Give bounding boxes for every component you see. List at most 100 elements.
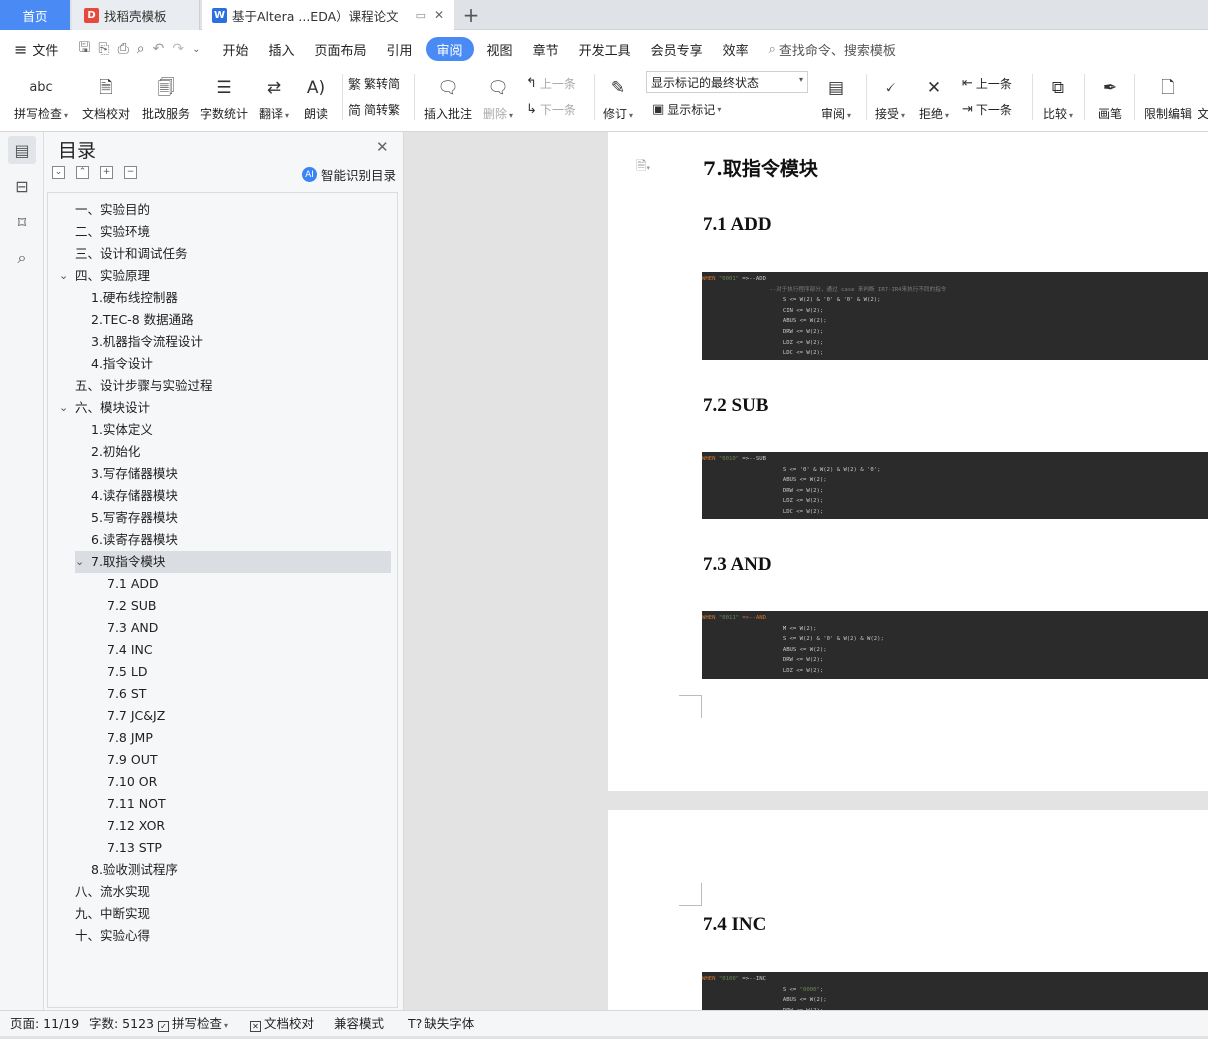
ai-detect-toc-button[interactable]: AI 智能识别目录: [302, 165, 396, 184]
revise-button[interactable]: ✎ 修订 ▾: [600, 68, 636, 128]
menu-item[interactable]: 开发工具: [569, 37, 641, 61]
toc-item[interactable]: 7.7 JC&JZ: [107, 705, 165, 727]
spell-check-button[interactable]: abc 拼写检查 ▾: [12, 68, 70, 128]
batch-service-button[interactable]: 🗐 批改服务: [140, 68, 192, 128]
screen-icon[interactable]: ▭: [416, 9, 426, 22]
menu-item[interactable]: 引用: [377, 37, 423, 61]
toc-item[interactable]: 4.读存储器模块: [91, 485, 178, 507]
doc-check-button[interactable]: 🗎 文档校对: [80, 68, 132, 128]
toc-item[interactable]: 7.2 SUB: [107, 595, 157, 617]
prev-change-button[interactable]: ⇤ 上一条: [962, 72, 1012, 94]
new-tab-button[interactable]: +: [458, 0, 484, 30]
translate-button[interactable]: ⇄ 翻译 ▾: [256, 68, 292, 128]
pen-button[interactable]: ✒ 画笔: [1094, 68, 1126, 128]
expand-all-icon[interactable]: ⌄: [52, 166, 65, 179]
file-menu[interactable]: ≡ 文件: [0, 37, 68, 61]
menu-item[interactable]: 章节: [523, 37, 569, 61]
toc-item[interactable]: 7.12 XOR: [107, 815, 165, 837]
toc-item[interactable]: 1.实体定义: [91, 419, 153, 441]
simp-to-trad-button[interactable]: 简 简转繁: [348, 98, 400, 120]
menu-item[interactable]: 插入: [258, 37, 304, 61]
toc-item[interactable]: 7.8 JMP: [107, 727, 153, 749]
save-icon[interactable]: 🖫: [78, 37, 90, 61]
export-icon[interactable]: ⎘: [98, 41, 109, 57]
chevron-down-icon[interactable]: ⌄: [75, 551, 84, 573]
toc-item[interactable]: 九、中断实现: [75, 903, 150, 925]
toc-item[interactable]: 7.1 ADD: [107, 573, 159, 595]
bookmark-icon[interactable]: ⌑: [8, 208, 36, 236]
chevron-down-icon[interactable]: ⌄: [59, 265, 68, 287]
trad-to-simp-button[interactable]: 繁 繁转简: [348, 72, 400, 94]
menu-item[interactable]: 审阅: [425, 37, 474, 61]
toc-item[interactable]: 7.9 OUT: [107, 749, 157, 771]
toc-item[interactable]: 八、流水实现: [75, 881, 150, 903]
show-markup-button[interactable]: ▣ 显示标记 ▾: [652, 98, 721, 120]
compat-mode[interactable]: 兼容模式: [334, 1011, 384, 1037]
review-button[interactable]: ▤ 审阅 ▾: [816, 68, 856, 128]
toc-item[interactable]: 2.初始化: [91, 441, 140, 463]
close-icon[interactable]: ✕: [376, 138, 389, 156]
toc-item[interactable]: 十、实验心得: [75, 925, 150, 947]
menu-item[interactable]: 效率: [713, 37, 759, 61]
proofread-status[interactable]: ✕ 文档校对: [250, 1011, 314, 1037]
word-count-button[interactable]: ☰ 字数统计: [198, 68, 250, 128]
prev-comment-button[interactable]: ↰ 上一条: [526, 72, 576, 94]
toc-item[interactable]: 一、实验目的: [75, 199, 150, 221]
close-icon[interactable]: ✕: [434, 8, 444, 22]
toc-item[interactable]: 8.验收测试程序: [91, 859, 178, 881]
add-heading-icon[interactable]: +: [100, 166, 113, 179]
toc-item[interactable]: 4.指令设计: [91, 353, 153, 375]
collapse-all-icon[interactable]: ⌃: [76, 166, 89, 179]
chapter-nav-icon[interactable]: ⊟: [8, 172, 36, 200]
toc-item[interactable]: 7.13 STP: [107, 837, 162, 859]
more-ribbon-button[interactable]: 文: [1198, 68, 1208, 128]
restrict-edit-button[interactable]: 🗋 限制编辑: [1142, 68, 1194, 128]
tab-template[interactable]: D 找稻壳模板: [72, 0, 200, 30]
toc-item[interactable]: 1.硬布线控制器: [91, 287, 178, 309]
toc-item[interactable]: 3.写存储器模块: [91, 463, 178, 485]
page-indicator[interactable]: 页面: 11/19: [10, 1011, 79, 1037]
word-count[interactable]: 字数: 5123: [89, 1011, 154, 1037]
toc-item[interactable]: 五、设计步骤与实验过程: [75, 375, 213, 397]
chevron-down-icon[interactable]: ⌄: [59, 397, 68, 419]
toc-item[interactable]: 二、实验环境: [75, 221, 150, 243]
missing-font-status[interactable]: T? 缺失字体: [408, 1011, 474, 1037]
toc-item[interactable]: 7.3 AND: [107, 617, 158, 639]
remove-heading-icon[interactable]: −: [124, 166, 137, 179]
delete-comment-button[interactable]: 🗨 删除 ▾: [480, 68, 516, 128]
tab-document[interactable]: W 基于Altera ...EDA）课程论文 ▭ ✕: [202, 0, 454, 30]
undo-icon[interactable]: ↶: [153, 41, 165, 57]
accept-button[interactable]: 🗸 接受 ▾: [872, 68, 908, 128]
markup-state-select[interactable]: 显示标记的最终状态 ▾: [646, 71, 808, 93]
page-icon[interactable]: 🗎▾: [636, 157, 650, 179]
more-icon[interactable]: ⌄: [192, 44, 200, 55]
toc-item[interactable]: 3.机器指令流程设计: [91, 331, 203, 353]
toc-item[interactable]: 7.4 INC: [107, 639, 153, 661]
reject-button[interactable]: ✕ 拒绝 ▾: [916, 68, 952, 128]
toc-item[interactable]: 2.TEC-8 数据通路: [91, 309, 194, 331]
toc-item[interactable]: 6.读寄存器模块: [91, 529, 178, 551]
compare-button[interactable]: ⧉ 比较 ▾: [1040, 68, 1076, 128]
next-change-button[interactable]: ⇥ 下一条: [962, 98, 1012, 120]
toc-item[interactable]: 7.11 NOT: [107, 793, 166, 815]
toc-item[interactable]: ⌄ 7.取指令模块: [75, 551, 165, 573]
spell-check-status[interactable]: ✓ 拼写检查 ▾: [158, 1011, 228, 1037]
next-comment-button[interactable]: ↳ 下一条: [526, 98, 576, 120]
toc-panel-icon[interactable]: ▤: [8, 136, 36, 164]
menu-item[interactable]: 页面布局: [305, 37, 377, 61]
print-icon[interactable]: ⎙: [118, 41, 129, 57]
menu-item[interactable]: 视图: [477, 37, 523, 61]
tab-home[interactable]: 首页: [0, 0, 70, 30]
toc-item[interactable]: 7.10 OR: [107, 771, 157, 793]
toc-item[interactable]: 三、设计和调试任务: [75, 243, 188, 265]
menu-item[interactable]: 开始: [212, 37, 258, 61]
preview-icon[interactable]: ⌕: [137, 41, 145, 57]
toc-item[interactable]: 5.写寄存器模块: [91, 507, 178, 529]
read-aloud-button[interactable]: A) 朗读: [300, 68, 332, 128]
toc-item[interactable]: 7.6 ST: [107, 683, 146, 705]
search-icon[interactable]: ⌕: [8, 244, 36, 272]
insert-comment-button[interactable]: 🗨 插入批注: [422, 68, 474, 128]
search-commands[interactable]: ⌕ 查找命令、搜索模板: [759, 37, 906, 61]
toc-item[interactable]: ⌄ 四、实验原理: [59, 265, 150, 287]
toc-item[interactable]: ⌄ 六、模块设计: [59, 397, 150, 419]
